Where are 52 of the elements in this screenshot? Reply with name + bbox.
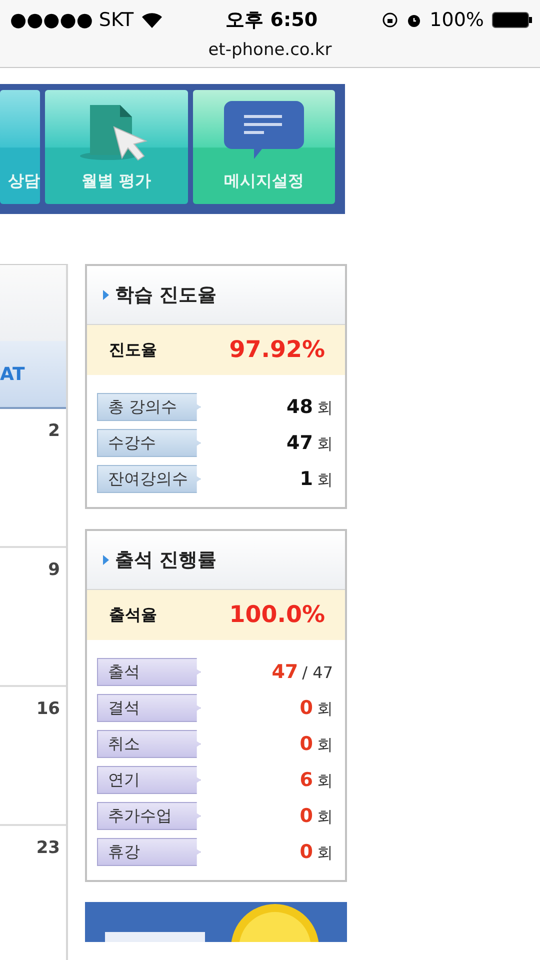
day-number: 9	[48, 560, 60, 580]
carrier-text: ●●●●● SKT	[10, 9, 134, 31]
day-number: 2	[48, 420, 60, 441]
stat-label: 취소	[97, 730, 201, 758]
menu-button[interactable]: 메시지설정	[192, 90, 335, 204]
stat-unit: 회	[317, 398, 333, 418]
panel-title: 학습 진도율	[115, 283, 217, 308]
wifi-icon	[142, 12, 162, 28]
address-bar[interactable]: et-phone.co.kr	[0, 40, 540, 68]
stat-label: 수강수	[97, 429, 201, 457]
alarm-icon	[406, 12, 422, 28]
stat-value: 0	[300, 804, 313, 826]
stat-label: 출석	[97, 658, 201, 686]
stat-unit: 회	[317, 470, 333, 490]
stat-value: 48	[286, 396, 313, 418]
summary-label: 진도율	[109, 340, 157, 360]
stat-unit: 회	[317, 806, 333, 828]
stat-label: 연기	[97, 766, 201, 794]
stat-label: 총 강의수	[97, 393, 201, 421]
panel-title: 출석 진행률	[115, 548, 217, 573]
stat-value: 6	[300, 768, 313, 790]
rotation-lock-icon	[382, 12, 398, 28]
stat-value: 0	[300, 732, 313, 754]
stat-label: 휴강	[97, 838, 201, 866]
stat-value: 47	[272, 661, 298, 683]
menu-button[interactable]: 월별 평가	[45, 90, 188, 204]
summary-label: 출석율	[109, 604, 157, 626]
stat-value: 47	[286, 432, 313, 454]
stat-unit: 회	[317, 734, 333, 756]
stat-label: 결석	[97, 694, 201, 722]
bullet-icon	[103, 555, 109, 565]
menu-button[interactable]: 상담	[0, 90, 40, 204]
battery-text: 100%	[430, 9, 484, 31]
stat-value: 1	[300, 468, 313, 490]
summary-value: 100.0%	[229, 602, 325, 628]
stat-value: 0	[300, 696, 313, 718]
url-text: et-phone.co.kr	[208, 40, 332, 60]
stat-value: 0	[300, 840, 313, 862]
stat-unit: / 47	[302, 663, 333, 682]
day-number: 16	[36, 698, 60, 719]
stat-label: 추가수업	[97, 802, 201, 830]
stat-unit: 회	[317, 434, 333, 454]
battery-icon	[492, 12, 532, 28]
clock-text: 오후 6:50	[226, 8, 318, 33]
stat-label: 잔여강의수	[97, 465, 201, 493]
stat-unit: 회	[317, 842, 333, 864]
summary-value: 97.92%	[229, 337, 325, 363]
column-header: AT	[0, 341, 66, 409]
bullet-icon	[103, 290, 109, 300]
day-number: 23	[36, 838, 60, 858]
stat-unit: 회	[317, 770, 333, 792]
stat-unit: 회	[317, 698, 333, 720]
